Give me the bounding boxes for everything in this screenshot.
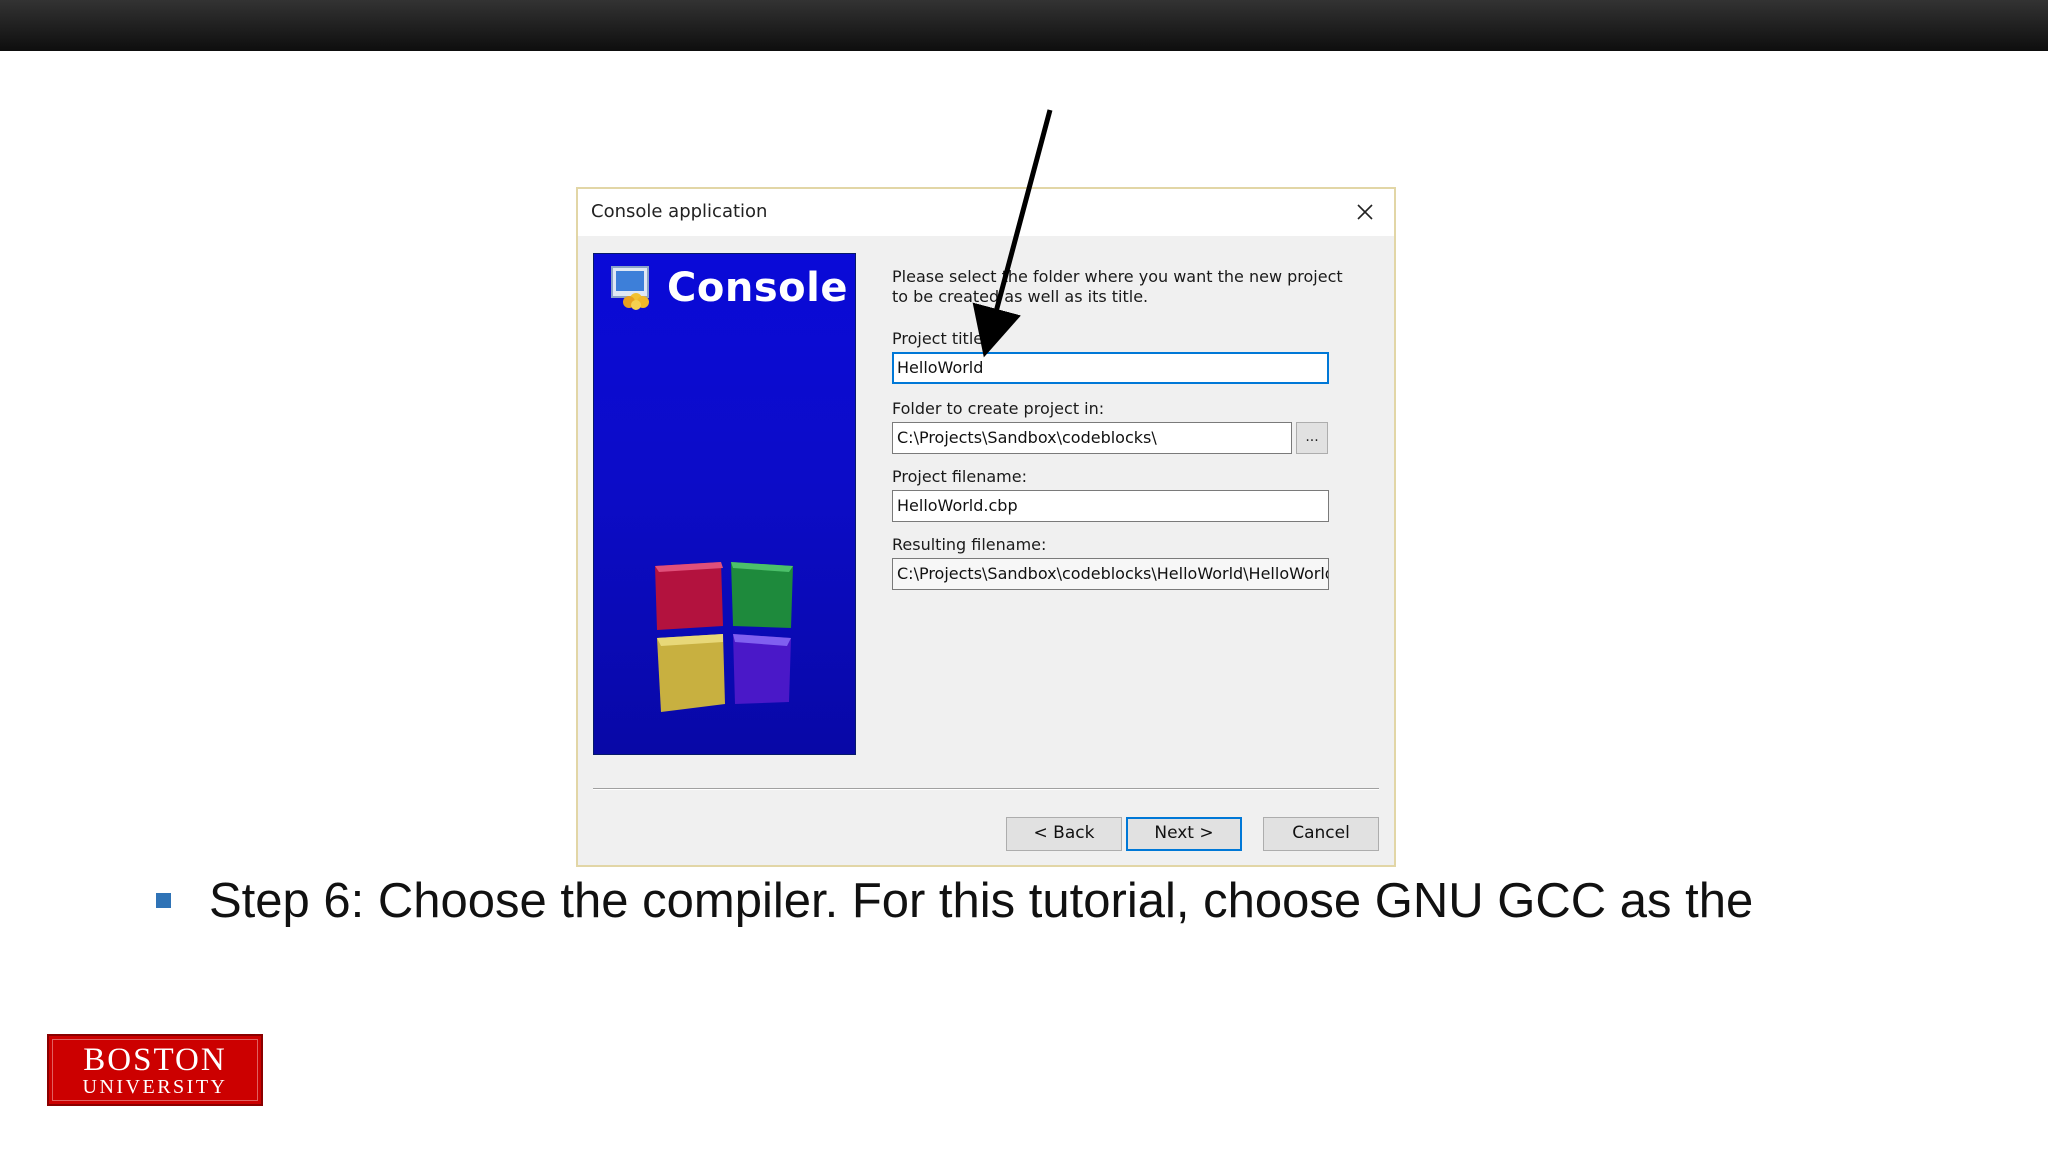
slide: Console application Console Please selec… <box>0 0 2048 1152</box>
bullet-marker <box>156 893 171 908</box>
next-button[interactable]: Next > <box>1126 817 1242 851</box>
banner-title: Console <box>667 265 848 311</box>
boston-university-logo: BOSTON UNIVERSITY <box>47 1034 263 1106</box>
back-button[interactable]: < Back <box>1006 817 1122 851</box>
resulting-filename-label: Resulting filename: <box>892 535 1047 554</box>
project-title-input[interactable]: HelloWorld <box>892 352 1329 384</box>
close-button[interactable] <box>1350 197 1380 227</box>
project-title-label: Project title: <box>892 329 989 348</box>
codeblocks-logo-icon <box>611 266 649 310</box>
logo-line-1: BOSTON <box>83 1042 227 1078</box>
dialog-separator <box>593 788 1379 790</box>
folder-label: Folder to create project in: <box>892 399 1105 418</box>
console-application-dialog: Console application Console Please selec… <box>576 187 1396 867</box>
dialog-titlebar: Console application <box>578 189 1394 236</box>
step-instruction-text: Step 6: Choose the compiler. For this tu… <box>209 874 1754 928</box>
codeblocks-cubes-graphic <box>655 562 793 712</box>
intro-text: Please select the folder where you want … <box>892 267 1343 306</box>
slide-top-bar <box>0 0 2048 51</box>
dialog-title: Console application <box>591 201 768 222</box>
project-filename-label: Project filename: <box>892 467 1027 486</box>
close-icon <box>1357 204 1373 220</box>
project-filename-input[interactable]: HelloWorld.cbp <box>892 490 1329 522</box>
resulting-filename-field[interactable]: C:\Projects\Sandbox\codeblocks\HelloWorl… <box>892 558 1329 590</box>
wizard-banner: Console <box>593 253 856 755</box>
logo-line-2: UNIVERSITY <box>82 1076 228 1098</box>
folder-input[interactable]: C:\Projects\Sandbox\codeblocks\ <box>892 422 1292 454</box>
cancel-button[interactable]: Cancel <box>1263 817 1379 851</box>
browse-folder-button[interactable]: ... <box>1296 422 1328 454</box>
